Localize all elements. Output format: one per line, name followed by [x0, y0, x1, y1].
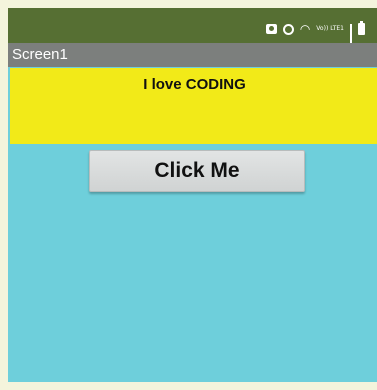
volte-icon: Vo)) LTE1 — [316, 25, 344, 32]
phone-screen: ◠ Vo)) LTE1 Screen1 I love CODING Click … — [8, 8, 377, 382]
coding-label-box: I love CODING — [10, 68, 377, 144]
coding-label: I love CODING — [143, 76, 246, 93]
battery-icon — [358, 21, 365, 35]
alarm-icon — [282, 23, 294, 35]
wifi-icon: ◠ — [299, 22, 311, 36]
title-bar: Screen1 — [8, 43, 377, 67]
camera-icon — [265, 24, 277, 34]
status-icons: ◠ Vo)) LTE1 — [265, 21, 365, 53]
status-bar: ◠ Vo)) LTE1 — [8, 8, 377, 53]
click-me-button[interactable]: Click Me — [89, 150, 305, 192]
screen-title: Screen1 — [12, 46, 68, 63]
signal-icon — [350, 23, 352, 53]
